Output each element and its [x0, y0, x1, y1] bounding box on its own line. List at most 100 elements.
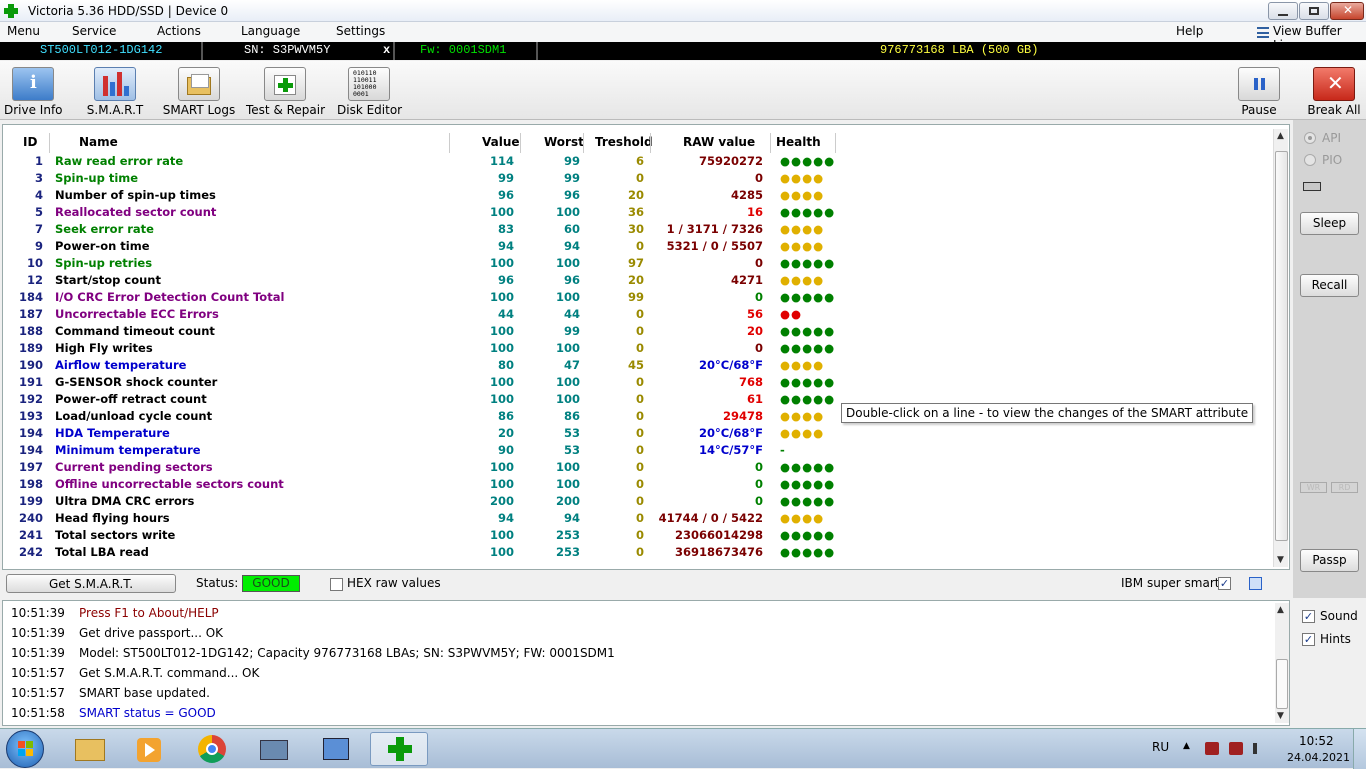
cell-threshold: 0 [635, 171, 644, 185]
table-row[interactable]: 7 Seek error rate 83 60 30 1 / 3171 / 7326 ●●●… [3, 221, 1273, 238]
table-row[interactable]: 190 Airflow temperature 80 47 45 20°C/68°F ●●●… [3, 357, 1273, 374]
close-drive-x[interactable]: x [383, 43, 390, 57]
table-row[interactable]: 191 G-SENSOR shock counter 100 100 0 768 ●●●●● [3, 374, 1273, 391]
header-id[interactable]: ID [23, 135, 37, 149]
table-row[interactable]: 242 Total LBA read 100 253 0 36918673476 ●●●●● [3, 544, 1273, 561]
menu-language[interactable]: Language [241, 24, 300, 38]
log-scrollbar[interactable]: ▲ ▼ [1275, 603, 1289, 723]
menu-service[interactable]: Service [72, 24, 116, 38]
language-indicator[interactable]: RU [1152, 740, 1169, 754]
table-row[interactable]: 4 Number of spin-up times 96 96 20 4285 ●●●● [3, 187, 1273, 204]
hints-checkbox[interactable]: ✓ [1302, 633, 1315, 646]
ibm-super-smart-checkbox[interactable]: ✓ [1218, 577, 1231, 590]
recall-button[interactable]: Recall [1300, 274, 1359, 297]
cell-id: 241 [18, 528, 43, 542]
table-row[interactable]: 10 Spin-up retries 100 100 97 0 ●●●●● [3, 255, 1273, 272]
scroll-down-icon[interactable]: ▼ [1277, 555, 1284, 565]
smart-button[interactable]: S.M.A.R.T [84, 67, 146, 117]
sound-checkbox[interactable]: ✓ [1302, 610, 1315, 623]
table-row[interactable]: 188 Command timeout count 100 99 0 20 ●●●●● [3, 323, 1273, 340]
header-health[interactable]: Health [776, 135, 821, 149]
table-row[interactable]: 189 High Fly writes 100 100 0 0 ●●●●● [3, 340, 1273, 357]
sleep-button[interactable]: Sleep [1300, 212, 1359, 235]
cell-worst: 47 [563, 358, 580, 372]
table-row[interactable]: 199 Ultra DMA CRC errors 200 200 0 0 ●●●●● [3, 493, 1273, 510]
cell-threshold: 30 [627, 222, 644, 236]
cell-id: 197 [18, 460, 43, 474]
tray-app-icon[interactable] [1205, 742, 1219, 755]
volume-icon[interactable] [1253, 743, 1265, 754]
drive-info-button[interactable]: i Drive Info [4, 67, 63, 117]
cell-health: ●●●●● [780, 392, 836, 406]
test-repair-button[interactable]: Test & Repair [246, 67, 325, 117]
pause-button[interactable]: Pause [1234, 67, 1284, 117]
smart-logs-button[interactable]: SMART Logs [160, 67, 238, 117]
table-row[interactable]: 194 HDA Temperature 20 53 0 20°C/68°F ●●●● [3, 425, 1273, 442]
passport-button[interactable]: Passp [1300, 549, 1359, 572]
table-row[interactable]: 241 Total sectors write 100 253 0 23066014298… [3, 527, 1273, 544]
scroll-up-icon[interactable]: ▲ [1277, 131, 1284, 141]
network-tool-taskbar-button[interactable] [246, 732, 302, 766]
cell-id: 187 [18, 307, 43, 321]
cell-raw: 75920272 [698, 154, 763, 168]
restore-button[interactable] [1299, 2, 1329, 20]
break-all-button[interactable]: ✕ Break All [1306, 67, 1362, 117]
drive-serial: SN: S3PWVM5Y [244, 43, 331, 57]
table-row[interactable]: 187 Uncorrectable ECC Errors 44 44 0 56 ●● [3, 306, 1273, 323]
header-name[interactable]: Name [79, 135, 118, 149]
clock-date[interactable]: 24.04.2021 [1287, 751, 1350, 764]
control-panel-taskbar-button[interactable] [308, 732, 364, 766]
cell-worst: 100 [555, 205, 580, 219]
table-row[interactable]: 5 Reallocated sector count 100 100 36 16 ●●●●● [3, 204, 1273, 221]
victoria-taskbar-button[interactable] [370, 732, 428, 766]
table-row[interactable]: 1 Raw read error rate 114 99 6 75920272 ●●●●● [3, 153, 1273, 170]
start-button[interactable] [6, 730, 44, 768]
cell-health: ●●●●● [780, 494, 836, 508]
table-row[interactable]: 240 Head flying hours 94 94 0 41744 / 0 / 542… [3, 510, 1273, 527]
log-message: Press F1 to About/HELP [79, 606, 219, 620]
scroll-up-icon[interactable]: ▲ [1277, 605, 1284, 615]
disk-editor-button[interactable]: 010110 110011 101000 0001 Disk Editor [337, 67, 402, 117]
api-radio[interactable] [1304, 132, 1316, 144]
tray-network-icon[interactable] [1229, 742, 1243, 755]
table-scrollbar[interactable]: ▲ ▼ [1273, 129, 1288, 567]
hints-label: Hints [1320, 632, 1351, 646]
header-value[interactable]: Value [482, 135, 520, 149]
chrome-taskbar-button[interactable] [184, 732, 240, 766]
table-row[interactable]: 198 Offline uncorrectable sectors count 10… [3, 476, 1273, 493]
log-entry: 10:51:39 Get drive passport... OK [11, 626, 223, 640]
cell-id: 193 [18, 409, 43, 423]
scroll-down-icon[interactable]: ▼ [1277, 711, 1284, 721]
close-window-button[interactable]: ✕ [1330, 2, 1364, 20]
color-indicator[interactable] [1249, 577, 1262, 590]
cell-worst: 100 [555, 256, 580, 270]
header-raw[interactable]: RAW value [683, 135, 755, 149]
table-row[interactable]: 184 I/O CRC Error Detection Count Total 10… [3, 289, 1273, 306]
table-row[interactable]: 3 Spin-up time 99 99 0 0 ●●●● [3, 170, 1273, 187]
menu-menu[interactable]: Menu [7, 24, 40, 38]
scroll-thumb[interactable] [1275, 151, 1288, 541]
table-row[interactable]: 9 Power-on time 94 94 0 5321 / 0 / 5507 ●●●● [3, 238, 1273, 255]
clock-time[interactable]: 10:52 [1299, 734, 1334, 748]
table-row[interactable]: 197 Current pending sectors 100 100 0 0 ●●●●● [3, 459, 1273, 476]
tray-expand-icon[interactable]: ▲ [1183, 741, 1190, 751]
log-scroll-thumb[interactable] [1276, 659, 1288, 709]
menu-settings[interactable]: Settings [336, 24, 385, 38]
header-worst[interactable]: Worst [544, 135, 584, 149]
minimize-button[interactable] [1268, 2, 1298, 20]
cell-value: 100 [489, 324, 514, 338]
drive-info-bar: ST500LT012-1DG142 SN: S3PWVM5Y x Fw: 000… [0, 42, 1366, 60]
table-row[interactable]: 194 Minimum temperature 90 53 0 14°C/57°F - [3, 442, 1273, 459]
show-desktop-button[interactable] [1353, 729, 1366, 769]
menu-actions[interactable]: Actions [157, 24, 201, 38]
get-smart-button[interactable]: Get S.M.A.R.T. [6, 574, 176, 593]
cell-raw: 4285 [730, 188, 763, 202]
header-threshold[interactable]: Treshold [595, 135, 653, 149]
pio-radio[interactable] [1304, 154, 1316, 166]
cell-worst: 100 [555, 392, 580, 406]
explorer-taskbar-button[interactable] [62, 732, 118, 766]
table-row[interactable]: 12 Start/stop count 96 96 20 4271 ●●●● [3, 272, 1273, 289]
media-player-taskbar-button[interactable] [122, 732, 178, 766]
hex-raw-checkbox[interactable] [330, 578, 343, 591]
menu-help[interactable]: Help [1176, 24, 1203, 38]
